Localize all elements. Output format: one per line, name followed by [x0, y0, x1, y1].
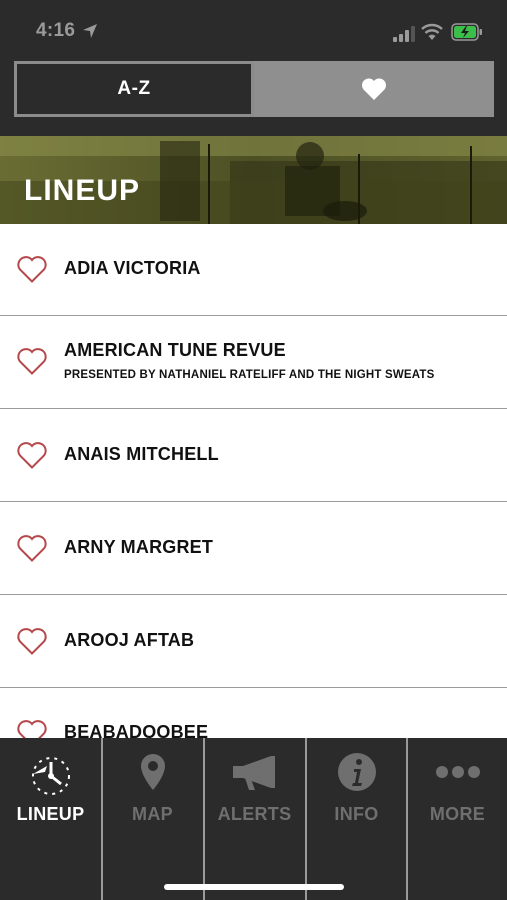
lineup-icon: [31, 757, 70, 795]
lineup-filter-segmented-control: A-Z: [14, 61, 494, 117]
artist-name: ARNY MARGRET: [64, 537, 214, 557]
wifi-icon: [421, 23, 443, 40]
artist-name: ANAIS MITCHELL: [64, 444, 219, 464]
tab-info[interactable]: INFO: [306, 738, 407, 900]
bottom-tab-bar: LINEUP MAP ALERTS INFO MORE: [0, 738, 507, 900]
location-arrow-icon: [83, 24, 97, 38]
tab-label: MAP: [132, 804, 173, 824]
more-icon: [435, 766, 480, 778]
lineup-list[interactable]: ADIA VICTORIA AMERICAN TUNE REVUE PRESEN…: [0, 224, 507, 740]
tab-label: LINEUP: [16, 804, 85, 824]
battery-charging-icon: [451, 23, 482, 41]
heart-outline-icon[interactable]: [16, 254, 48, 284]
cellular-signal-icon: [393, 26, 415, 42]
heart-outline-icon[interactable]: [16, 440, 48, 470]
lineup-hero-banner: LINEUP: [0, 136, 507, 224]
az-tab[interactable]: A-Z: [14, 61, 254, 117]
artist-name: AMERICAN TUNE REVUE: [64, 340, 286, 360]
status-bar: 4:16: [0, 0, 507, 62]
tab-label: INFO: [334, 804, 379, 824]
heart-outline-icon[interactable]: [16, 346, 48, 376]
page-title: LINEUP: [24, 174, 141, 207]
megaphone-icon: [232, 756, 275, 790]
tab-label: ALERTS: [217, 804, 292, 824]
home-indicator: [164, 884, 344, 890]
map-pin-icon: [140, 754, 165, 790]
artist-name: ADIA VICTORIA: [64, 258, 201, 278]
heart-outline-icon[interactable]: [16, 718, 48, 740]
list-item[interactable]: ARNY MARGRET: [0, 502, 507, 595]
artist-subtitle: PRESENTED BY NATHANIEL RATELIFF AND THE …: [64, 369, 435, 381]
list-item[interactable]: BEABADOOBEE: [0, 688, 507, 740]
tab-lineup[interactable]: LINEUP: [0, 738, 101, 900]
list-item[interactable]: AROOJ AFTAB: [0, 595, 507, 688]
heart-outline-icon[interactable]: [16, 533, 48, 563]
tab-map[interactable]: MAP: [102, 738, 203, 900]
heart-icon: [361, 78, 387, 100]
artist-name: AROOJ AFTAB: [64, 630, 195, 650]
heart-outline-icon[interactable]: [16, 626, 48, 656]
list-item[interactable]: ANAIS MITCHELL: [0, 409, 507, 502]
list-item[interactable]: AMERICAN TUNE REVUE PRESENTED BY NATHANI…: [0, 316, 507, 409]
info-icon: [337, 753, 376, 791]
tab-label: MORE: [429, 804, 486, 824]
status-time: 4:16: [36, 20, 76, 41]
tab-alerts[interactable]: ALERTS: [204, 738, 305, 900]
list-item[interactable]: ADIA VICTORIA: [0, 224, 507, 316]
tab-more[interactable]: MORE: [407, 738, 507, 900]
favorites-tab[interactable]: [254, 61, 494, 117]
